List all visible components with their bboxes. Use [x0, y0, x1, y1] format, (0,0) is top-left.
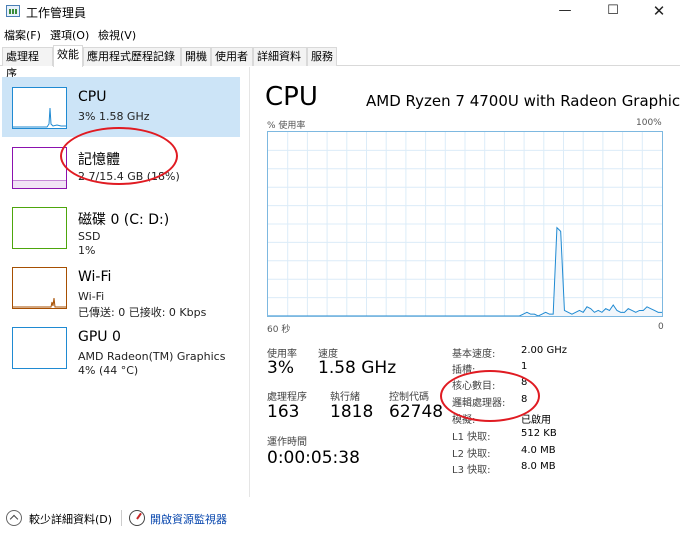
- tab-processes[interactable]: 處理程序: [2, 47, 53, 80]
- stat-processes-value: 163: [267, 402, 300, 422]
- spec-l3-cache-label: L3 快取:: [452, 465, 491, 476]
- cores-annotation-circle: [440, 370, 540, 422]
- detail-title: CPU: [265, 82, 318, 112]
- panel-divider: [249, 67, 250, 497]
- disk-thumbnail-graph: [12, 207, 67, 249]
- tab-details[interactable]: 詳細資料: [253, 47, 307, 66]
- sidebar-item-value: SSD: [78, 230, 101, 243]
- sidebar-item-disk[interactable]: 磁碟 0 (C: D:) SSD 1%: [2, 197, 240, 257]
- stat-threads-value: 1818: [330, 402, 374, 422]
- open-resource-monitor-link[interactable]: 開啟資源監視器: [150, 511, 227, 527]
- spec-l1-cache-label: L1 快取:: [452, 432, 491, 443]
- footer-bar: 較少詳細資料(D) 開啟資源監視器: [0, 507, 680, 531]
- footer-divider: [121, 510, 122, 526]
- memory-thumbnail-graph: [12, 147, 67, 189]
- graph-time-label: 60 秒: [267, 325, 291, 335]
- gpu-thumbnail-graph: [12, 327, 67, 369]
- menu-view[interactable]: 檢視(V): [98, 27, 136, 43]
- spec-l3-cache-value: 8.0 MB: [521, 461, 556, 472]
- tab-services[interactable]: 服務: [307, 47, 337, 66]
- menu-bar: 檔案(F) 選項(O) 檢視(V): [0, 24, 680, 44]
- sidebar-item-value: 3% 1.58 GHz: [78, 110, 150, 123]
- sidebar-item-value: AMD Radeon(TM) Graphics: [78, 350, 226, 363]
- sidebar-item-value: Wi-Fi: [78, 290, 105, 303]
- sidebar-item-subvalue: 1%: [78, 244, 96, 257]
- stat-handles-value: 62748: [389, 402, 444, 422]
- tab-startup[interactable]: 開機: [181, 47, 211, 66]
- spec-l2-cache-value: 4.0 MB: [521, 445, 556, 456]
- fewer-details-link[interactable]: 較少詳細資料(D): [29, 511, 112, 527]
- tab-users[interactable]: 使用者: [211, 47, 253, 66]
- wifi-thumbnail-graph: [12, 267, 67, 309]
- sidebar-item-title: CPU: [78, 89, 107, 105]
- tab-bar: 處理程序 效能 應用程式歷程記錄 開機 使用者 詳細資料 服務: [0, 45, 680, 80]
- cpu-usage-graph: [267, 131, 663, 317]
- close-button[interactable]: ✕: [636, 0, 680, 24]
- spec-sockets-value: 1: [521, 361, 528, 372]
- task-manager-icon: [6, 5, 20, 17]
- stat-uptime-label: 運作時間: [267, 437, 307, 448]
- cpu-graph-canvas: [268, 132, 662, 317]
- sidebar-item-title: 磁碟 0 (C: D:): [78, 212, 170, 228]
- minimize-button[interactable]: —: [542, 0, 588, 24]
- graph-util-label: % 使用率: [267, 121, 306, 131]
- menu-options[interactable]: 選項(O): [50, 27, 89, 43]
- spec-l1-cache-value: 512 KB: [521, 428, 557, 439]
- menu-file[interactable]: 檔案(F): [4, 27, 41, 43]
- graph-max-label: 100%: [636, 118, 662, 128]
- tab-performance[interactable]: 效能: [53, 45, 83, 67]
- tab-app-history[interactable]: 應用程式歷程記錄: [83, 47, 181, 66]
- title-bar: 工作管理員 — ☐ ✕: [0, 0, 680, 24]
- sidebar-item-title: GPU 0: [78, 329, 121, 345]
- spec-base-speed-label: 基本速度:: [452, 349, 496, 360]
- stat-utilization-value: 3%: [267, 358, 294, 378]
- spec-base-speed-value: 2.00 GHz: [521, 345, 567, 356]
- cpu-thumbnail-graph: [12, 87, 67, 129]
- memory-annotation-circle: [60, 127, 178, 185]
- processor-name: AMD Ryzen 7 4700U with Radeon Graphics: [366, 92, 680, 110]
- maximize-button[interactable]: ☐: [590, 0, 636, 24]
- sidebar-item-title: Wi-Fi: [78, 269, 112, 285]
- window-title: 工作管理員: [26, 6, 87, 20]
- chevron-up-icon[interactable]: [6, 510, 22, 526]
- sidebar-item-subvalue: 4% (44 °C): [78, 364, 139, 377]
- stat-uptime-value: 0:00:05:38: [267, 448, 360, 468]
- sidebar-item-wifi[interactable]: Wi-Fi Wi-Fi 已傳送: 0 已接收: 0 Kbps: [2, 257, 240, 319]
- spec-l2-cache-label: L2 快取:: [452, 449, 491, 460]
- stat-handles-label: 控制代碼: [389, 392, 429, 403]
- stat-speed-value: 1.58 GHz: [318, 358, 397, 378]
- graph-zero-label: 0: [658, 322, 664, 332]
- stat-threads-label: 執行緒: [330, 392, 360, 403]
- sidebar-item-gpu[interactable]: GPU 0 AMD Radeon(TM) Graphics 4% (44 °C): [2, 317, 240, 377]
- stat-processes-label: 處理程序: [267, 392, 307, 403]
- resource-monitor-icon: [129, 510, 145, 526]
